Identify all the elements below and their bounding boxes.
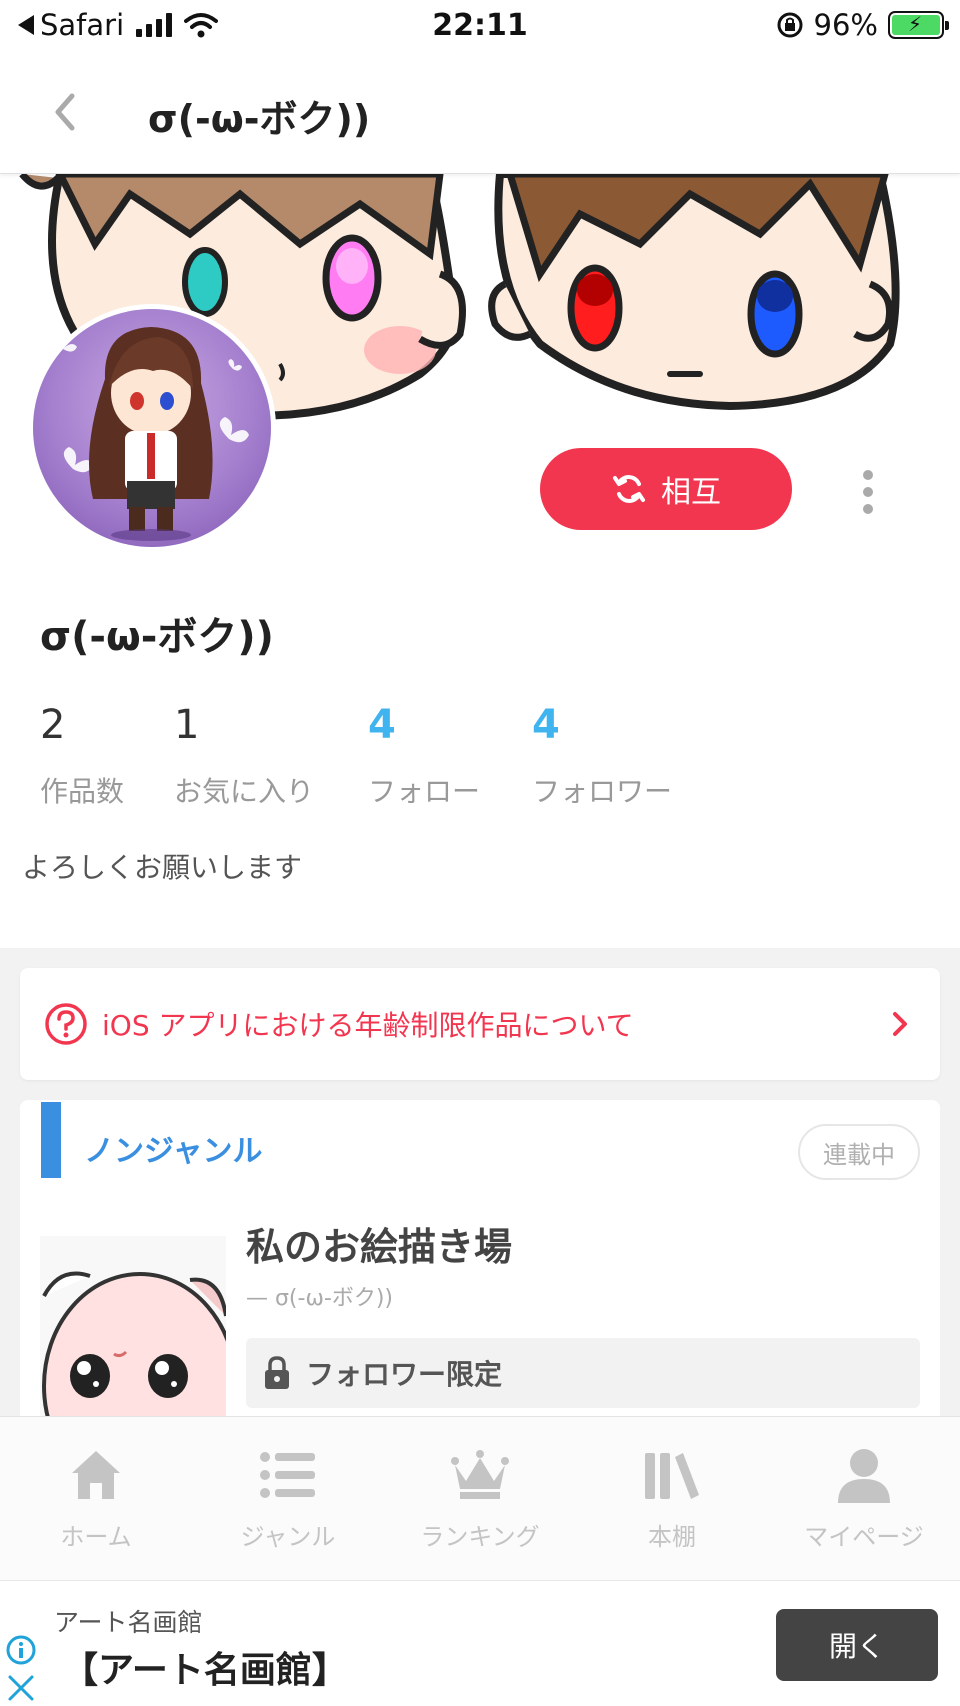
- stat-works: 2 作品数: [40, 702, 174, 810]
- person-icon: [838, 1449, 890, 1503]
- help-circle-icon: [45, 1003, 87, 1045]
- series-card[interactable]: ノンジャンル 連載中 私のお絵描き場 — σ(-ω-ボク)) フォロワー限定: [20, 1100, 940, 1440]
- tab-mypage[interactable]: マイページ: [768, 1417, 960, 1580]
- mutual-follow-button[interactable]: 相互: [540, 448, 792, 530]
- nav-header: σ(-ω-ボク)): [0, 52, 960, 174]
- tab-ranking[interactable]: ランキング: [384, 1417, 576, 1580]
- lock-icon: [265, 1356, 289, 1389]
- crown-icon: [451, 1450, 509, 1499]
- ad-headline[interactable]: 【アート名画館】: [62, 1641, 348, 1693]
- battery-percent: 96%: [813, 8, 878, 42]
- refresh-icon: [613, 475, 645, 503]
- tab-genre-label: ジャンル: [240, 1523, 336, 1551]
- stat-following-count: 4: [368, 702, 396, 748]
- tab-mypage-label: マイページ: [804, 1523, 924, 1551]
- tab-bookshelf[interactable]: 本棚: [576, 1417, 768, 1580]
- notice-text: iOS アプリにおける年齢制限作品について: [102, 1009, 634, 1042]
- followers-only-badge: フォロワー限定: [246, 1338, 920, 1408]
- tab-genre[interactable]: ジャンル: [192, 1417, 384, 1580]
- tab-bar: ホーム ジャンル ランキング 本棚 マイページ: [0, 1416, 960, 1580]
- ad-sponsor: アート名画館: [54, 1608, 203, 1637]
- more-options-icon[interactable]: [856, 470, 880, 514]
- stat-works-count: 2: [40, 702, 66, 748]
- stat-favorites-count: 1: [174, 702, 200, 748]
- stat-followers-label: フォロワー: [532, 775, 673, 808]
- tab-bookshelf-label: 本棚: [648, 1523, 696, 1551]
- tab-home[interactable]: ホーム: [0, 1417, 192, 1580]
- tab-ranking-label: ランキング: [420, 1523, 540, 1551]
- tab-home-label: ホーム: [60, 1523, 132, 1551]
- status-badge: 連載中: [798, 1124, 920, 1180]
- list-icon: [260, 1452, 315, 1498]
- stat-works-label: 作品数: [40, 775, 125, 808]
- page-title: σ(-ω-ボク)): [148, 97, 371, 141]
- stat-favorites: 1 お気に入り: [174, 702, 368, 810]
- user-name: σ(-ω-ボク)): [40, 614, 274, 660]
- home-icon: [72, 1451, 120, 1499]
- series-author: — σ(-ω-ボク)): [246, 1286, 393, 1311]
- stat-followers[interactable]: 4 フォロワー: [532, 702, 702, 810]
- back-chevron-icon[interactable]: [48, 90, 82, 134]
- rotation-lock-icon: [777, 12, 803, 38]
- avatar: [28, 304, 276, 552]
- profile-bio: よろしくお願いします: [22, 851, 303, 884]
- mutual-follow-label: 相互: [661, 475, 721, 510]
- status-right: 96% ⚡: [776, 8, 949, 42]
- stat-followers-count: 4: [532, 702, 560, 748]
- genre-accent-bar: [41, 1102, 61, 1178]
- stat-favorites-label: お気に入り: [174, 775, 315, 808]
- restriction-label: フォロワー限定: [306, 1358, 503, 1391]
- ad-open-button[interactable]: 開く: [776, 1609, 938, 1681]
- age-restriction-notice[interactable]: iOS アプリにおける年齢制限作品について: [20, 968, 940, 1080]
- profile-stats: 2 作品数 1 お気に入り 4 フォロー 4 フォロワー: [40, 702, 702, 810]
- stat-following[interactable]: 4 フォロー: [368, 702, 532, 810]
- info-icon[interactable]: [6, 1635, 36, 1665]
- genre-label[interactable]: ノンジャンル: [84, 1126, 263, 1170]
- series-title[interactable]: 私のお絵描き場: [246, 1216, 512, 1271]
- battery-icon: ⚡: [888, 11, 949, 39]
- stat-following-label: フォロー: [368, 775, 481, 808]
- series-thumbnail[interactable]: [40, 1236, 226, 1440]
- bookshelf-icon: [645, 1453, 699, 1499]
- chevron-right-icon: [893, 1012, 907, 1036]
- status-bar: Safari 22:11 96% ⚡: [0, 0, 960, 52]
- close-icon[interactable]: [6, 1673, 36, 1703]
- ad-banner[interactable]: アート名画館 【アート名画館】 開く: [0, 1580, 960, 1706]
